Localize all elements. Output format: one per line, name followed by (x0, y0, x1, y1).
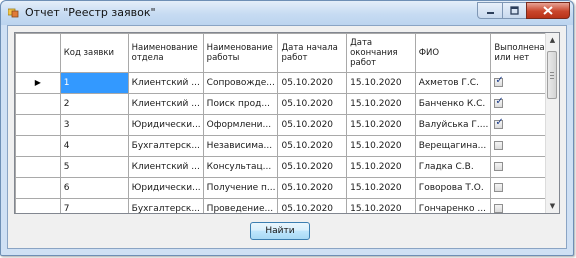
app-icon (8, 8, 19, 18)
arrow-down-icon: ▼ (549, 202, 556, 210)
row-header[interactable] (15, 156, 61, 178)
table-row[interactable]: 5 Клиентский ... Консультац... 05.10.202… (15, 156, 559, 178)
cell-code[interactable]: 5 (59, 156, 129, 178)
cell-work[interactable]: Независима... (202, 135, 279, 157)
scroll-down-button[interactable]: ▼ (546, 199, 559, 213)
table-row[interactable]: 4 Бухгалтерск... Независима... 05.10.202… (15, 135, 559, 157)
cell-end-date[interactable]: 15.10.2020 (346, 72, 416, 94)
cell-code[interactable]: 4 (59, 135, 129, 157)
arrow-up-icon: ▲ (549, 36, 556, 44)
check-icon: ✓ (495, 117, 504, 128)
close-button[interactable] (526, 2, 570, 19)
cell-end-date[interactable]: 15.10.2020 (346, 135, 416, 157)
cell-code[interactable]: 6 (59, 177, 129, 199)
requests-grid[interactable]: Код заявки Наименование отдела Наименова… (14, 32, 560, 214)
done-checkbox[interactable] (494, 141, 504, 150)
cell-end-date[interactable]: 15.10.2020 (346, 114, 416, 136)
col-header-work[interactable]: Наименование работы (202, 33, 279, 73)
table-row[interactable]: 2 Клиентский ... Поиск прод... 05.10.202… (15, 93, 559, 115)
done-checkbox[interactable] (494, 183, 504, 192)
cell-code[interactable]: 3 (59, 114, 129, 136)
cell-start-date[interactable]: 05.10.2020 (277, 177, 348, 199)
table-row[interactable]: 6 Юридически... Получение п... 05.10.202… (15, 177, 559, 199)
cell-fio[interactable]: Гончаренко ... (414, 198, 492, 213)
done-checkbox[interactable]: ✓ (494, 117, 504, 129)
cell-end-date[interactable]: 15.10.2020 (346, 198, 416, 213)
cell-end-date[interactable]: 15.10.2020 (346, 177, 416, 199)
cell-fio[interactable]: Ахметов Г.С. (414, 72, 492, 94)
close-icon (543, 6, 553, 15)
cell-code[interactable]: 7 (59, 198, 129, 213)
row-header[interactable] (15, 93, 61, 115)
maximize-button[interactable] (502, 2, 527, 19)
cell-dept[interactable]: Клиентский ... (127, 72, 204, 94)
cell-work[interactable]: Поиск прод... (202, 93, 279, 115)
row-header[interactable] (15, 135, 61, 157)
window-title: Отчет "Реестр заявок" (25, 6, 156, 19)
done-checkbox[interactable] (494, 204, 504, 213)
row-header[interactable]: ▶ (15, 72, 61, 94)
cell-work[interactable]: Получение п... (202, 177, 279, 199)
cell-work[interactable]: Проведение... (202, 198, 279, 213)
cell-start-date[interactable]: 05.10.2020 (277, 135, 348, 157)
done-checkbox[interactable] (494, 162, 504, 171)
table-row[interactable]: 3 Юридически... Оформлени... 05.10.2020 … (15, 114, 559, 136)
cell-start-date[interactable]: 05.10.2020 (277, 72, 348, 94)
cell-end-date[interactable]: 15.10.2020 (346, 93, 416, 115)
cell-dept[interactable]: Юридически... (127, 114, 204, 136)
client-area: Код заявки Наименование отдела Наименова… (7, 25, 567, 249)
cell-code[interactable]: 2 (59, 93, 129, 115)
col-header-code[interactable]: Код заявки (59, 33, 129, 73)
minimize-icon (486, 12, 494, 14)
cell-code[interactable]: 1 (59, 72, 129, 94)
cell-work[interactable]: Консультац... (202, 156, 279, 178)
cell-work[interactable]: Сопровожде... (202, 72, 279, 94)
row-header[interactable] (15, 177, 61, 199)
cell-start-date[interactable]: 05.10.2020 (277, 198, 348, 213)
cell-work[interactable]: Оформлени... (202, 114, 279, 136)
cell-start-date[interactable]: 05.10.2020 (277, 93, 348, 115)
cell-dept[interactable]: Бухгалтерск... (127, 198, 204, 213)
cell-dept[interactable]: Юридически... (127, 177, 204, 199)
scroll-up-button[interactable]: ▲ (546, 33, 559, 47)
thumb-grip-line (550, 75, 554, 76)
done-checkbox[interactable]: ✓ (494, 75, 504, 87)
cell-dept[interactable]: Клиентский ... (127, 93, 204, 115)
cell-fio[interactable]: Говорова Т.О. (414, 177, 492, 199)
cell-fio[interactable]: Верещагина... (414, 135, 492, 157)
thumb-grip-line (550, 72, 554, 73)
minimize-button[interactable] (477, 2, 503, 19)
check-icon: ✓ (495, 75, 504, 86)
current-row-icon: ▶ (34, 78, 41, 87)
col-header-dept[interactable]: Наименование отдела (127, 33, 204, 73)
cell-fio[interactable]: Банченко К.С. (414, 93, 492, 115)
cell-dept[interactable]: Клиентский ... (127, 156, 204, 178)
find-button[interactable]: Найти (250, 222, 310, 240)
cell-fio[interactable]: Гладка С.В. (414, 156, 492, 178)
cell-dept[interactable]: Бухгалтерск... (127, 135, 204, 157)
cell-end-date[interactable]: 15.10.2020 (346, 156, 416, 178)
header-row: Код заявки Наименование отдела Наименова… (15, 33, 559, 73)
title-bar[interactable]: Отчет "Реестр заявок" (1, 1, 573, 25)
report-window: Отчет "Реестр заявок" Код заявки Наимено… (0, 0, 574, 256)
table-row[interactable]: ▶ 1 Клиентский ... Сопровожде... 05.10.2… (15, 72, 559, 94)
col-header-start-date[interactable]: Дата начала работ (277, 33, 348, 73)
vertical-scrollbar[interactable]: ▲ ▼ (545, 33, 559, 213)
thumb-grip-line (550, 78, 554, 79)
row-header[interactable] (15, 114, 61, 136)
requests-table: Код заявки Наименование отдела Наименова… (15, 33, 559, 213)
col-header-fio[interactable]: ФИО (414, 33, 492, 73)
done-checkbox[interactable]: ✓ (494, 96, 504, 108)
cell-fio[interactable]: Валуйська Г.... (414, 114, 492, 136)
row-header[interactable] (15, 198, 61, 213)
row-header-corner (15, 33, 61, 73)
maximize-icon (510, 6, 519, 15)
table-row[interactable]: 7 Бухгалтерск... Проведение... 05.10.202… (15, 198, 559, 213)
col-header-end-date[interactable]: Дата окончания работ (346, 33, 416, 73)
cell-start-date[interactable]: 05.10.2020 (277, 156, 348, 178)
scrollbar-thumb[interactable] (547, 51, 557, 99)
cell-start-date[interactable]: 05.10.2020 (277, 114, 348, 136)
check-icon: ✓ (495, 96, 504, 107)
